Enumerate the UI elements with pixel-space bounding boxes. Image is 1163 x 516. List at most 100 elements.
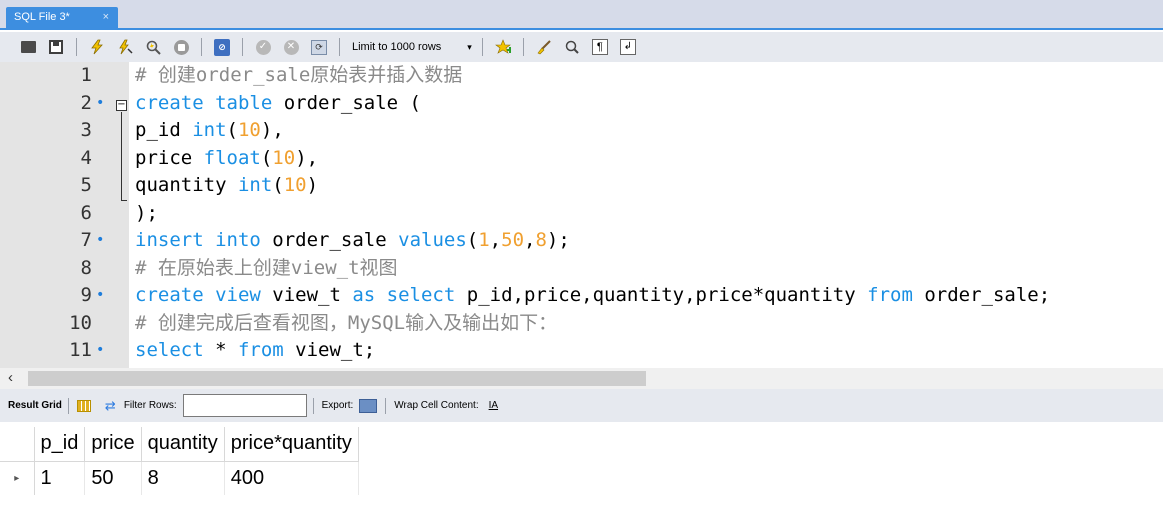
filter-rows-input[interactable] xyxy=(182,394,307,417)
code-text: create table order_sale ( xyxy=(135,90,421,118)
grid-view-icon[interactable] xyxy=(76,399,91,412)
beautify-button[interactable] xyxy=(536,39,552,55)
toolbar-separator xyxy=(242,38,243,56)
execute-current-button[interactable] xyxy=(117,39,133,55)
code-token: select xyxy=(135,339,204,361)
save-button[interactable] xyxy=(48,39,64,55)
fold-toggle-icon[interactable]: − xyxy=(116,100,127,111)
add-snippet-button[interactable] xyxy=(494,39,511,55)
find-button[interactable] xyxy=(564,39,580,55)
scrollbar-thumb[interactable] xyxy=(28,371,646,386)
column-header[interactable]: p_id xyxy=(34,427,86,462)
code-token: price xyxy=(135,146,204,169)
code-token: * xyxy=(203,339,238,361)
result-grid-tab[interactable]: Result Grid xyxy=(8,400,62,411)
code-line[interactable]: 11 • select * from view_t; xyxy=(0,337,1163,365)
code-line[interactable]: 2 • create table order_sale ( xyxy=(0,90,1163,118)
table-cell[interactable]: 50 xyxy=(84,461,142,495)
close-tab-icon[interactable]: × xyxy=(103,11,109,23)
code-token: float xyxy=(203,146,261,169)
code-token: ); xyxy=(135,201,158,224)
code-line[interactable]: 3 p_id int(10), xyxy=(0,117,1163,145)
table-row[interactable]: ▸ 1 50 8 400 xyxy=(0,461,359,495)
filter-rows-label: Filter Rows: xyxy=(123,400,177,411)
code-token: quantity xyxy=(135,174,238,196)
column-header[interactable]: price*quantity xyxy=(224,427,359,462)
code-token: # 创建order_sale原始表并插入数据 xyxy=(135,64,463,86)
code-token: p_id xyxy=(135,119,193,141)
stop-icon xyxy=(173,39,189,55)
toggle-error-button[interactable]: ⊘ xyxy=(214,38,230,56)
code-token: ); xyxy=(546,229,570,251)
explain-button[interactable] xyxy=(145,39,161,55)
folder-icon xyxy=(20,41,36,53)
code-token: int xyxy=(237,174,273,196)
toolbar-separator xyxy=(201,38,202,56)
code-text: insert into order_sale values(1,50,8); xyxy=(135,227,570,255)
statement-marker-icon: • xyxy=(96,232,105,248)
toolbar-separator xyxy=(385,397,387,414)
limit-rows-select[interactable]: Limit to 1000 rows ▾ xyxy=(352,37,472,57)
code-line[interactable]: 6); xyxy=(0,200,1163,228)
code-line[interactable]: 9 • create view view_t as select p_id,pric… xyxy=(0,282,1163,310)
column-header[interactable]: price xyxy=(84,427,142,462)
toolbar-separator xyxy=(312,397,314,414)
code-token: 10 xyxy=(237,119,261,141)
code-line[interactable]: 4 price float(10), xyxy=(0,145,1163,173)
stop-button[interactable] xyxy=(173,39,189,55)
code-text: create view view_t as select p_id,price,… xyxy=(135,282,1050,310)
code-token: insert into xyxy=(135,229,261,251)
statement-marker-icon: • xyxy=(96,287,105,303)
code-token: 10 xyxy=(272,146,296,169)
export-icon[interactable] xyxy=(359,398,378,413)
code-text: select * from view_t; xyxy=(135,337,375,365)
result-table: p_id price quantity price*quantity ▸ 1 5… xyxy=(0,427,359,495)
invisible-chars-button[interactable]: ¶ xyxy=(591,39,608,55)
line-number: 8 xyxy=(80,256,92,279)
code-text: quantity int(10) xyxy=(135,172,318,200)
fold-guide xyxy=(121,112,122,200)
code-token: ( xyxy=(260,146,273,169)
code-token: ), xyxy=(295,146,319,169)
code-token: , xyxy=(489,229,502,251)
magnifier-lightning-icon xyxy=(146,40,161,55)
code-token: create view xyxy=(135,284,261,306)
table-cell[interactable]: 400 xyxy=(224,461,359,495)
horizontal-scrollbar[interactable]: ‹ xyxy=(0,368,1163,389)
row-marker-icon: ▸ xyxy=(0,461,35,495)
autocommit-toggle[interactable]: ⟳ xyxy=(311,39,327,55)
filter-arrows-icon: ⇄ xyxy=(104,397,116,413)
code-token: ), xyxy=(260,119,284,141)
sql-editor[interactable]: 1 # 创建order_sale原始表并插入数据 2 • create table or… xyxy=(0,62,1163,368)
code-token: 50 xyxy=(501,229,525,251)
line-number: 10 xyxy=(69,311,92,334)
wrap-cell-icon[interactable]: IA xyxy=(489,400,498,411)
code-line[interactable]: 10 # 创建完成后查看视图，MySQL输入及输出如下： xyxy=(0,310,1163,338)
commit-button[interactable]: ✓ xyxy=(255,39,271,55)
code-token: view_t xyxy=(260,284,353,306)
code-line[interactable]: 8 # 在原始表上创建view_t视图 xyxy=(0,255,1163,283)
table-cell[interactable]: 8 xyxy=(141,461,225,495)
code-line[interactable]: 5 quantity int(10) xyxy=(0,172,1163,200)
error-toggle-icon: ⊘ xyxy=(214,38,230,56)
column-header[interactable]: quantity xyxy=(141,427,225,462)
code-token: , xyxy=(524,229,536,251)
scroll-left-icon[interactable]: ‹ xyxy=(8,369,13,386)
tab-sql-file-3[interactable]: SQL File 3* × xyxy=(6,7,118,30)
rollback-button[interactable]: ✕ xyxy=(283,39,299,55)
code-token: # 在原始表上创建view_t视图 xyxy=(135,256,398,279)
limit-rows-label: Limit to 1000 rows xyxy=(352,41,442,53)
line-number: 6 xyxy=(80,201,92,224)
code-line[interactable]: 1 # 创建order_sale原始表并插入数据 xyxy=(0,62,1163,90)
open-file-button[interactable] xyxy=(20,39,36,55)
wrap-cell-label: Wrap Cell Content: xyxy=(394,400,479,411)
code-line[interactable]: 7 • insert into order_sale values(1,50,8); xyxy=(0,227,1163,255)
execute-all-button[interactable] xyxy=(89,39,105,55)
line-number: 5 xyxy=(80,174,92,196)
code-token: p_id,price,quantity,price*quantity xyxy=(455,284,868,306)
lightning-cursor-icon xyxy=(119,39,133,55)
word-wrap-button[interactable]: ↲ xyxy=(619,39,636,55)
table-cell[interactable]: 1 xyxy=(34,461,86,495)
fold-end xyxy=(121,200,127,201)
code-token: order_sale ( xyxy=(272,91,421,114)
